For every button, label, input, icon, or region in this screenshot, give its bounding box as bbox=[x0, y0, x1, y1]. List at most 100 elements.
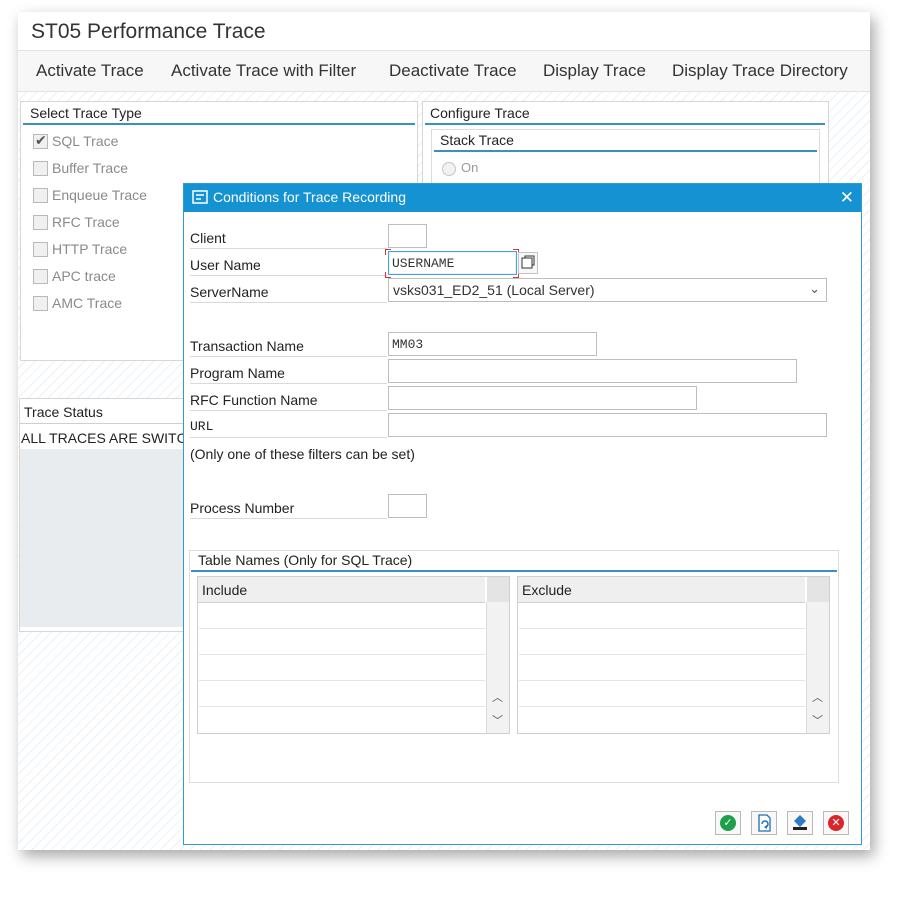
title-bar: ST05 Performance Trace bbox=[18, 12, 870, 51]
divider bbox=[20, 423, 183, 424]
checkbox-label: HTTP Trace bbox=[52, 241, 128, 257]
dialog-icon bbox=[192, 190, 208, 209]
display-trace-button[interactable]: Display Trace bbox=[543, 61, 646, 81]
checkbox-box: ✔ bbox=[33, 132, 48, 149]
chevron-up-icon[interactable]: ︿ bbox=[492, 689, 503, 705]
stack-trace-on-radio[interactable] bbox=[442, 162, 456, 176]
multiple-selection-icon bbox=[521, 255, 535, 269]
table-row[interactable] bbox=[519, 680, 805, 681]
chevron-down-icon: ⌄ bbox=[809, 281, 820, 296]
activate-trace-with-filter-button[interactable]: Activate Trace with Filter bbox=[171, 61, 356, 81]
trace-status-text: ALL TRACES ARE SWITC bbox=[21, 430, 183, 446]
display-trace-directory-button[interactable]: Display Trace Directory bbox=[672, 61, 848, 81]
toolbar: Activate Trace Activate Trace with Filte… bbox=[18, 51, 870, 92]
clear-button[interactable] bbox=[787, 811, 813, 835]
divider bbox=[190, 248, 387, 249]
exclude-table: Exclude ︿ ﹀ bbox=[517, 576, 830, 734]
checkbox-label: Enqueue Trace bbox=[52, 187, 147, 203]
checkbox-box bbox=[33, 296, 48, 311]
divider bbox=[190, 275, 387, 276]
radio-label: On bbox=[461, 160, 479, 175]
table-row[interactable] bbox=[199, 628, 485, 629]
cancel-icon: ✕ bbox=[828, 815, 844, 831]
dialog-title: Conditions for Trace Recording bbox=[213, 189, 406, 205]
table-row[interactable] bbox=[519, 628, 805, 629]
divider bbox=[190, 302, 387, 303]
checkmark-icon: ✔ bbox=[35, 132, 47, 148]
required-marker bbox=[385, 249, 391, 255]
checkbox-box bbox=[33, 242, 48, 257]
divider bbox=[190, 518, 387, 519]
server-name-value: vsks031_ED2_51 (Local Server) bbox=[393, 282, 595, 298]
scrollbar[interactable]: ︿ ﹀ bbox=[486, 602, 509, 733]
table-row[interactable] bbox=[199, 706, 485, 707]
chevron-up-icon[interactable]: ︿ bbox=[812, 689, 823, 705]
user-name-field[interactable]: USERNAME bbox=[388, 251, 517, 275]
chevron-down-icon[interactable]: ﹀ bbox=[492, 712, 503, 728]
checkbox-box bbox=[33, 188, 48, 203]
process-number-label: Process Number bbox=[190, 500, 295, 516]
save-icon bbox=[758, 814, 771, 832]
rfc-function-name-label: RFC Function Name bbox=[190, 392, 318, 408]
checkbox-box bbox=[33, 161, 48, 176]
client-label: Client bbox=[190, 230, 226, 246]
cancel-button[interactable]: ✕ bbox=[823, 811, 849, 835]
close-icon[interactable]: ✕ bbox=[840, 188, 854, 208]
group-divider bbox=[191, 570, 837, 572]
table-names-title: Table Names (Only for SQL Trace) bbox=[198, 552, 413, 568]
trace-status-panel: Trace Status ALL TRACES ARE SWITC bbox=[19, 398, 184, 632]
rfc-function-name-field[interactable] bbox=[388, 386, 697, 410]
table-corner bbox=[807, 577, 829, 603]
filter-note: (Only one of these filters can be set) bbox=[190, 446, 415, 462]
checkbox-label: APC trace bbox=[52, 268, 116, 284]
table-row[interactable] bbox=[199, 680, 485, 681]
divider bbox=[190, 410, 387, 411]
checkmark-icon: ✓ bbox=[720, 815, 736, 831]
transaction-name-label: Transaction Name bbox=[190, 338, 304, 354]
activate-trace-button[interactable]: Activate Trace bbox=[36, 61, 144, 81]
divider bbox=[190, 437, 387, 438]
continue-button[interactable]: ✓ bbox=[715, 811, 741, 835]
configure-trace-panel: Configure Trace Stack Trace On bbox=[422, 101, 829, 193]
status-area bbox=[20, 449, 183, 627]
exclude-column-header: Exclude bbox=[518, 577, 805, 603]
checkbox-label: AMC Trace bbox=[52, 295, 123, 311]
eraser-icon bbox=[793, 815, 807, 830]
checkbox-label: Buffer Trace bbox=[52, 160, 129, 176]
process-number-field[interactable] bbox=[388, 494, 427, 518]
stack-trace-group: Stack Trace On bbox=[431, 129, 820, 191]
divider bbox=[190, 383, 387, 384]
group-divider bbox=[425, 123, 825, 125]
transaction-name-field[interactable]: MM03 bbox=[388, 332, 597, 356]
stack-trace-title: Stack Trace bbox=[440, 132, 514, 148]
server-name-label: ServerName bbox=[190, 284, 269, 300]
client-field[interactable] bbox=[388, 224, 427, 248]
save-button[interactable] bbox=[751, 811, 777, 835]
server-name-select[interactable]: vsks031_ED2_51 (Local Server) ⌄ bbox=[388, 278, 827, 302]
checkbox-label: RFC Trace bbox=[52, 214, 120, 230]
dialog-header: Conditions for Trace Recording ✕ bbox=[184, 184, 861, 212]
include-table: Include ︿ ﹀ bbox=[197, 576, 510, 734]
multiple-selection-button[interactable] bbox=[518, 252, 538, 274]
divider bbox=[190, 356, 387, 357]
configure-trace-title: Configure Trace bbox=[430, 105, 530, 121]
include-column-header: Include bbox=[198, 577, 485, 603]
table-row[interactable] bbox=[519, 706, 805, 707]
program-name-label: Program Name bbox=[190, 365, 285, 381]
table-row[interactable] bbox=[199, 654, 485, 655]
conditions-dialog: Conditions for Trace Recording ✕ Client … bbox=[183, 183, 862, 845]
url-field[interactable] bbox=[388, 413, 827, 437]
trace-status-title: Trace Status bbox=[24, 404, 103, 420]
page-title: ST05 Performance Trace bbox=[31, 20, 266, 43]
scrollbar[interactable]: ︿ ﹀ bbox=[806, 602, 829, 733]
checkbox-label: SQL Trace bbox=[52, 133, 119, 149]
checkbox-box bbox=[33, 269, 48, 284]
url-label: URL bbox=[190, 419, 214, 434]
program-name-field[interactable] bbox=[388, 359, 797, 383]
group-divider bbox=[23, 123, 415, 125]
group-divider bbox=[434, 150, 817, 152]
table-row[interactable] bbox=[519, 654, 805, 655]
deactivate-trace-button[interactable]: Deactivate Trace bbox=[389, 61, 517, 81]
chevron-down-icon[interactable]: ﹀ bbox=[812, 712, 823, 728]
table-names-group: Table Names (Only for SQL Trace) Include… bbox=[189, 550, 839, 783]
